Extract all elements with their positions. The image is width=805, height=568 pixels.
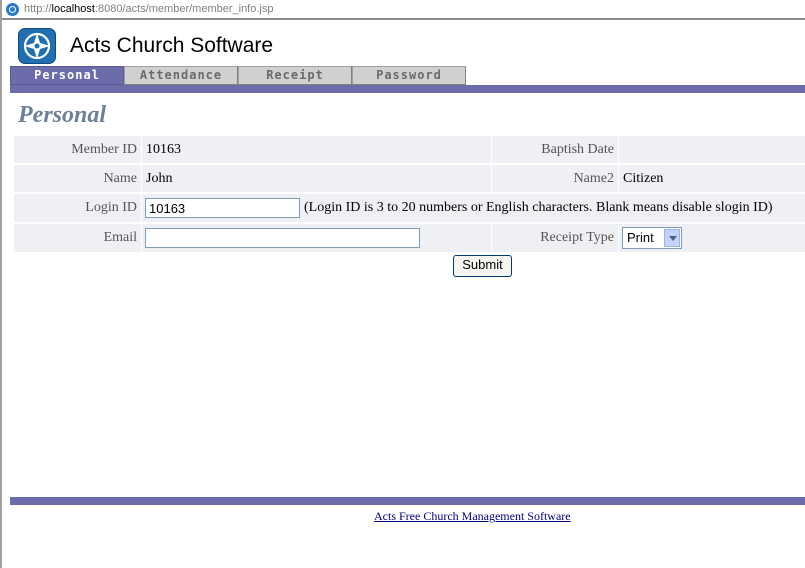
tab-password[interactable]: Password	[352, 66, 466, 85]
compass-star-icon	[18, 28, 56, 64]
baptism-date-label: Baptish Date	[492, 136, 618, 163]
name-label: Name	[14, 165, 141, 192]
url-path: :8080/acts/member/member_info.jsp	[94, 3, 274, 15]
email-input[interactable]	[145, 228, 420, 248]
chevron-down-icon[interactable]	[664, 229, 680, 247]
name2-value: Citizen	[619, 165, 805, 192]
tab-underline-bar	[10, 85, 805, 93]
member-id-label: Member ID	[14, 136, 141, 163]
member-id-value: 10163	[142, 136, 491, 163]
app-title: Acts Church Software	[70, 34, 274, 57]
url-host: localhost	[51, 3, 95, 15]
tab-attendance[interactable]: Attendance	[124, 66, 238, 85]
login-id-input[interactable]	[145, 198, 300, 218]
section-title: Personal	[18, 102, 107, 128]
receipt-type-selected: Print	[627, 230, 654, 245]
baptism-date-value	[619, 136, 805, 163]
login-id-hint: (Login ID is 3 to 20 numbers or English …	[304, 200, 773, 215]
receipt-type-label: Receipt Type	[492, 224, 618, 252]
url-prefix: http://	[24, 3, 52, 15]
submit-button[interactable]: Submit	[453, 255, 512, 277]
window-frame-left	[0, 0, 2, 568]
login-id-label: Login ID	[14, 194, 141, 222]
footer-bar	[10, 497, 805, 505]
footer-link[interactable]: Acts Free Church Management Software	[374, 509, 571, 524]
ie-page-icon	[6, 3, 19, 16]
url-text[interactable]: http://localhost:8080/acts/member/member…	[24, 3, 273, 15]
name2-label: Name2	[492, 165, 618, 192]
name-value: John	[142, 165, 491, 192]
email-label: Email	[14, 224, 141, 252]
address-bar[interactable]: http://localhost:8080/acts/member/member…	[2, 0, 805, 20]
tab-receipt[interactable]: Receipt	[238, 66, 352, 85]
receipt-type-select[interactable]: Print	[622, 227, 682, 249]
tab-personal[interactable]: Personal	[10, 66, 124, 85]
